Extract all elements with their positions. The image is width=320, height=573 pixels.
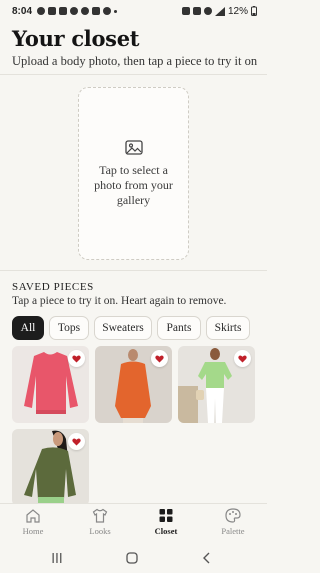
facebook-icon: [81, 7, 90, 15]
favorite-button[interactable]: [68, 433, 85, 450]
heart-icon: [238, 355, 247, 363]
nav-item-looks[interactable]: Looks: [75, 508, 125, 536]
more-notifications-icon: [114, 9, 118, 13]
bottom-nav: Home Looks Closet Palette: [0, 503, 267, 543]
grid-icon: [159, 509, 173, 522]
filter-chip-all[interactable]: All: [12, 316, 44, 340]
filter-chip-skirts[interactable]: Skirts: [206, 316, 250, 340]
page-subtitle: Upload a body photo, then tap a piece to…: [12, 54, 258, 68]
facebook-icon: [103, 7, 112, 15]
nav-item-palette[interactable]: Palette: [208, 508, 258, 536]
saved-pieces-hint: Tap a piece to try it on. Heart again to…: [12, 295, 227, 307]
status-time: 8:04: [12, 5, 33, 17]
system-nav-bar: [0, 543, 267, 573]
shirt-icon: [92, 508, 108, 523]
back-icon[interactable]: [201, 552, 213, 564]
section-divider: [0, 270, 267, 271]
heart-icon: [72, 355, 81, 363]
status-right: 12%: [181, 5, 257, 17]
page-title: Your closet: [12, 26, 140, 51]
page-header: Your closet Upload a body photo, then ta…: [12, 26, 257, 69]
home-button-icon[interactable]: [126, 552, 138, 564]
nav-label-home: Home: [22, 526, 44, 536]
heart-icon: [72, 438, 81, 446]
filter-chip-tops[interactable]: Tops: [49, 316, 89, 340]
upload-prompt: Tap to select a photo from your gallery: [94, 162, 173, 207]
signal-icon: [214, 6, 225, 16]
saved-pieces-heading: SAVED PIECES: [12, 281, 94, 293]
header-divider: [0, 74, 267, 75]
piece-card-olive-sweater[interactable]: [12, 429, 89, 506]
facebook-icon: [70, 7, 79, 15]
alarm-icon: [181, 7, 190, 15]
piece-card-pink-sweater[interactable]: [12, 346, 89, 423]
piece-card-orange-sweater[interactable]: [95, 346, 172, 423]
status-bar: 8:04 12%: [0, 0, 267, 22]
status-left: 8:04: [12, 5, 118, 17]
favorite-button[interactable]: [68, 350, 85, 367]
discord-icon: [48, 7, 57, 15]
image-icon: [124, 139, 143, 155]
linkedin-icon: [92, 7, 101, 15]
nav-label-closet: Closet: [154, 526, 178, 536]
piece-card-green-top[interactable]: [178, 346, 255, 423]
home-icon: [26, 509, 40, 523]
favorite-button[interactable]: [151, 350, 168, 367]
nav-label-looks: Looks: [89, 526, 111, 536]
wifi-icon: [203, 7, 212, 15]
palette-icon: [225, 508, 241, 523]
battery-icon: [251, 6, 257, 16]
mute-icon: [192, 7, 201, 15]
filter-chip-pants[interactable]: Pants: [157, 316, 201, 340]
battery-text: 12%: [227, 5, 248, 17]
sim-icon: [59, 7, 68, 15]
recent-apps-icon[interactable]: [51, 552, 63, 564]
heart-icon: [155, 355, 164, 363]
filter-chips: All Tops Sweaters Pants Skirts: [12, 316, 250, 340]
filter-chip-sweaters[interactable]: Sweaters: [94, 316, 152, 340]
nav-item-home[interactable]: Home: [8, 508, 58, 536]
upload-photo-area[interactable]: Tap to select a photo from your gallery: [78, 87, 189, 260]
facebook-icon: [37, 7, 46, 15]
nav-item-closet[interactable]: Closet: [141, 508, 191, 536]
nav-label-palette: Palette: [221, 526, 245, 536]
favorite-button[interactable]: [234, 350, 251, 367]
